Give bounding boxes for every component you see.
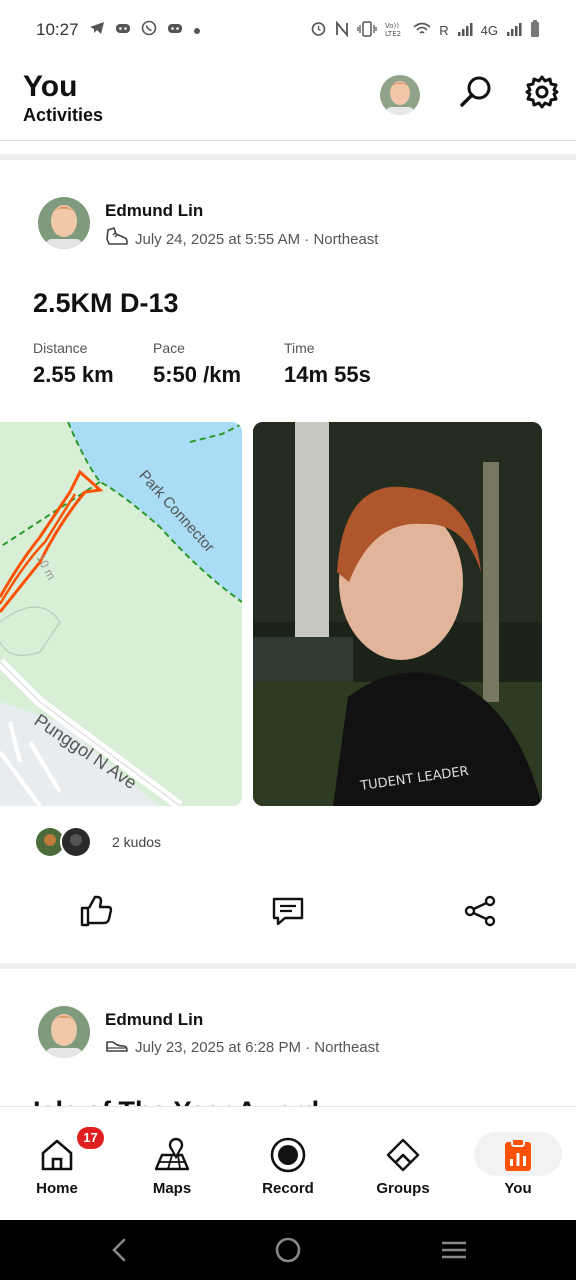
home-system-button[interactable] [273, 1235, 303, 1265]
athlete-name[interactable]: Edmund Lin [105, 201, 203, 221]
telegram-icon [89, 21, 105, 39]
status-bar: 10:27 Vo)) LTE2 R 4G [0, 0, 576, 60]
vibrate-icon [357, 20, 377, 40]
dot-icon [193, 22, 201, 39]
home-icon [37, 1135, 77, 1175]
discord-icon [167, 22, 183, 39]
kudos-button[interactable] [76, 893, 116, 933]
menu-icon [439, 1241, 469, 1269]
kudos-row[interactable]: 2 kudos [34, 826, 161, 858]
map-icon [152, 1135, 192, 1175]
selfie-photo: TUDENT LEADER [253, 422, 542, 806]
svg-text:LTE2: LTE2 [385, 30, 401, 37]
section-divider [0, 963, 576, 969]
tab-activities[interactable]: Activities [23, 105, 103, 126]
nav-label: Record [262, 1180, 314, 1197]
settings-button[interactable] [522, 74, 562, 114]
stat-value: 5:50 /km [153, 362, 242, 387]
stat-time: Time 14m 55s [284, 340, 371, 388]
nav-you[interactable]: You [472, 1107, 564, 1221]
circle-home-icon [273, 1237, 303, 1269]
activity-title[interactable]: 2.5KM D-13 [33, 288, 179, 319]
share-icon [463, 894, 497, 933]
whatsapp-icon [141, 20, 157, 40]
nfc-icon [335, 20, 349, 40]
activity-datetime-location: July 24, 2025 at 5:55 AM · Northeast [135, 230, 379, 248]
wifi-icon [413, 22, 431, 39]
signal-icon [457, 22, 473, 39]
stat-value: 2.55 km [33, 362, 114, 387]
recents-button[interactable] [439, 1235, 469, 1265]
app-header: You Activities [0, 60, 576, 141]
stat-distance: Distance 2.55 km [33, 340, 114, 388]
activity-photo[interactable]: TUDENT LEADER [253, 422, 542, 806]
svg-text:Vo)): Vo)) [385, 22, 399, 30]
route-map[interactable]: Park Connector Punggol N Ave 10 m [0, 422, 242, 806]
stat-label: Distance [33, 340, 88, 356]
kudos-avatar [60, 826, 92, 858]
nav-label: Home [36, 1180, 78, 1197]
notification-badge: 17 [77, 1127, 104, 1149]
running-shoe-icon [105, 227, 129, 251]
back-button[interactable] [105, 1235, 135, 1265]
comment-icon [271, 894, 305, 933]
athlete-avatar[interactable] [38, 1006, 90, 1058]
bottom-navigation: 17 Home Maps Record Groups You [0, 1106, 576, 1220]
alarm-icon [310, 20, 327, 40]
page-title: You [23, 70, 78, 103]
status-time: 10:27 [36, 20, 79, 39]
nav-label: Groups [376, 1180, 430, 1197]
volte-icon: Vo)) LTE2 [385, 21, 405, 40]
nav-record[interactable]: Record [242, 1107, 334, 1221]
you-icon [498, 1135, 538, 1175]
roaming-indicator: R [439, 22, 449, 38]
comment-button[interactable] [268, 893, 308, 933]
nav-label: Maps [152, 1180, 192, 1197]
nav-maps[interactable]: Maps [126, 1107, 218, 1221]
system-navigation-bar [0, 1220, 576, 1280]
stat-value: 14m 55s [284, 362, 371, 387]
stat-label: Pace [153, 340, 185, 356]
activity-meta: July 23, 2025 at 6:28 PM · Northeast [105, 1036, 379, 1058]
gear-icon [524, 74, 560, 115]
athlete-avatar[interactable] [38, 197, 90, 249]
discord-icon [115, 22, 131, 39]
section-divider [0, 154, 576, 160]
profile-avatar[interactable] [380, 75, 420, 115]
network-type: 4G [480, 22, 498, 38]
thumbs-up-icon [79, 894, 113, 933]
nav-label: You [504, 1180, 532, 1197]
athlete-name[interactable]: Edmund Lin [105, 1010, 203, 1030]
kudos-count[interactable]: 2 kudos [112, 834, 161, 850]
record-icon [268, 1135, 308, 1175]
search-button[interactable] [456, 74, 496, 114]
back-icon [105, 1238, 135, 1269]
activity-datetime-location: July 23, 2025 at 6:28 PM · Northeast [135, 1038, 380, 1056]
stat-label: Time [284, 340, 315, 356]
nav-home[interactable]: 17 Home [11, 1107, 104, 1221]
battery-icon [530, 19, 540, 41]
sneaker-icon [105, 1036, 129, 1058]
share-button[interactable] [460, 893, 500, 933]
stat-pace: Pace 5:50 /km [153, 340, 241, 388]
activity-meta: July 24, 2025 at 5:55 AM · Northeast [105, 227, 378, 251]
route-map-graphic [0, 422, 242, 806]
search-icon [458, 74, 494, 115]
signal-icon [506, 22, 522, 39]
groups-icon [383, 1135, 423, 1175]
nav-groups[interactable]: Groups [357, 1107, 449, 1221]
